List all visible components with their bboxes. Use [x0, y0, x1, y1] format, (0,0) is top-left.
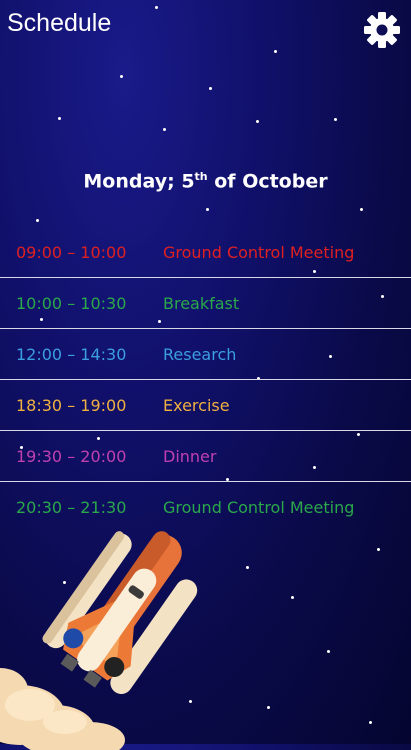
date-ordinal-suffix: th: [194, 170, 208, 183]
date-weekday: Monday; 5: [83, 170, 195, 193]
schedule-event: Research: [163, 345, 237, 364]
schedule-row[interactable]: 09:00 – 10:00 Ground Control Meeting: [0, 227, 411, 278]
schedule-time: 19:30 – 20:00: [16, 447, 127, 466]
schedule-time: 10:00 – 10:30: [16, 294, 127, 313]
schedule-event: Exercise: [163, 396, 230, 415]
schedule-event: Ground Control Meeting: [163, 243, 355, 262]
date-month: of October: [207, 170, 328, 193]
schedule-event: Dinner: [163, 447, 217, 466]
rocket-illustration: [0, 531, 198, 750]
settings-button[interactable]: [362, 10, 402, 50]
schedule-time: 12:00 – 14:30: [16, 345, 127, 364]
schedule-row[interactable]: 10:00 – 10:30 Breakfast: [0, 278, 411, 329]
date-heading: Monday; 5th of October: [0, 170, 411, 192]
schedule-event: Breakfast: [163, 294, 240, 313]
schedule-list: 09:00 – 10:00 Ground Control Meeting 10:…: [0, 227, 411, 532]
schedule-time: 18:30 – 19:00: [16, 396, 127, 415]
gear-icon: [364, 12, 400, 48]
schedule-row[interactable]: 12:00 – 14:30 Research: [0, 329, 411, 380]
schedule-row[interactable]: 18:30 – 19:00 Exercise: [0, 380, 411, 431]
schedule-row[interactable]: 19:30 – 20:00 Dinner: [0, 431, 411, 482]
page-title: Schedule: [7, 9, 112, 37]
schedule-time: 09:00 – 10:00: [16, 243, 127, 262]
